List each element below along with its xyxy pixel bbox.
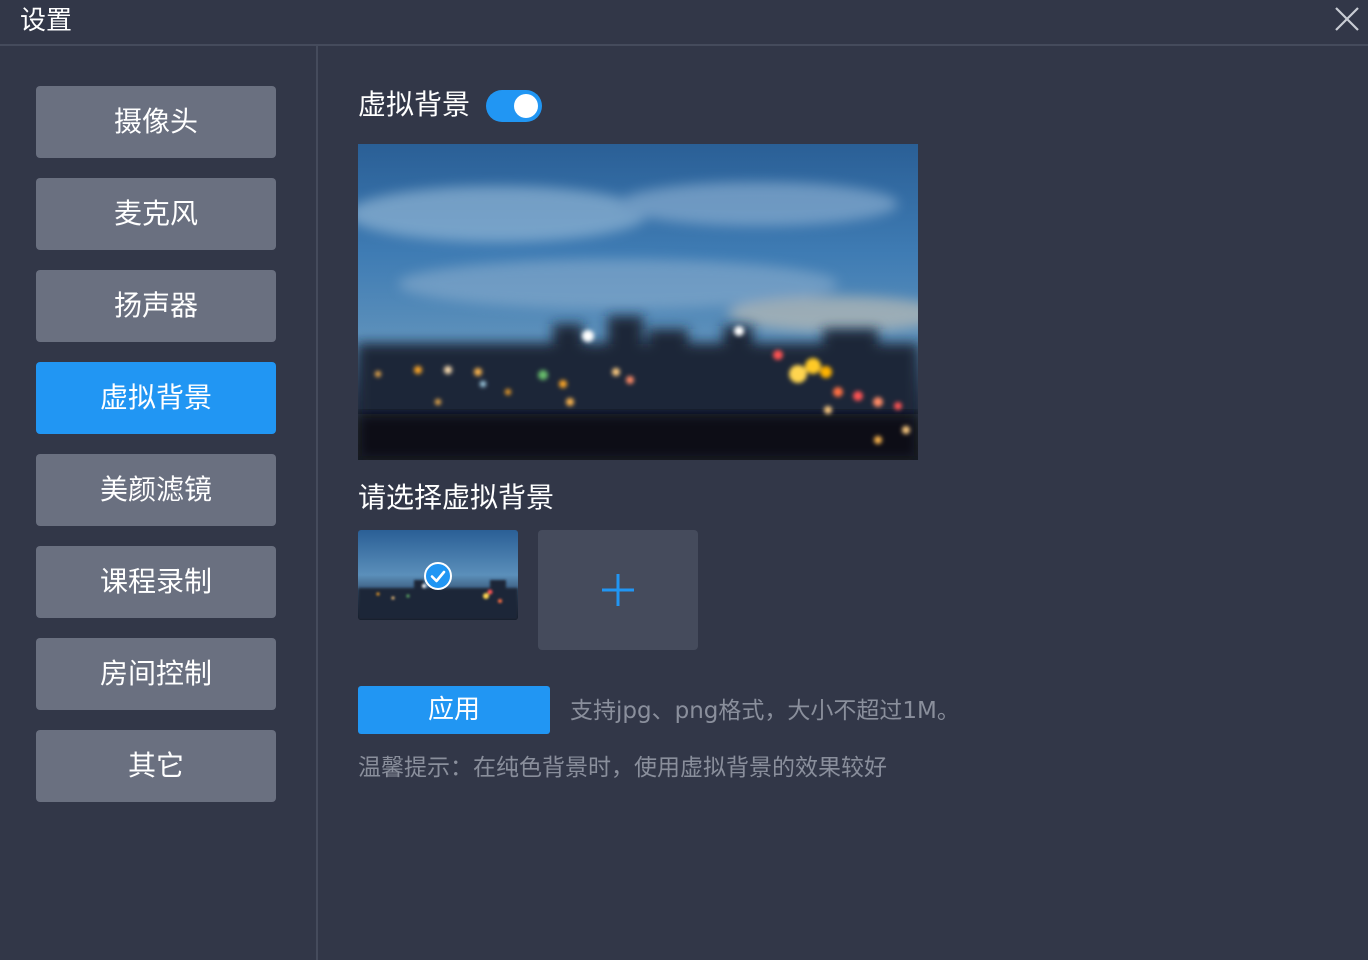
window-title: 设置	[20, 6, 73, 36]
tip-text: 温馨提示：在纯色背景时，使用虚拟背景的效果较好	[358, 755, 887, 781]
title-bar: 设置	[0, 0, 1368, 46]
background-preview-image	[358, 144, 918, 460]
sidebar-item-course-recording[interactable]: 课程录制	[36, 546, 276, 618]
format-hint: 支持jpg、png格式，大小不超过1M。	[570, 698, 960, 724]
select-background-label: 请选择虚拟背景	[358, 481, 555, 514]
close-button[interactable]	[1332, 4, 1362, 34]
sidebar-item-room-control[interactable]: 房间控制	[36, 638, 276, 710]
virtual-background-label: 虚拟背景	[358, 88, 471, 121]
check-circle-icon	[424, 562, 452, 590]
apply-button[interactable]: 应用	[358, 686, 550, 734]
add-background-button[interactable]	[538, 530, 698, 650]
sidebar-item-other[interactable]: 其它	[36, 730, 276, 802]
sidebar-item-beauty-filter[interactable]: 美颜滤镜	[36, 454, 276, 526]
virtual-background-panel: 虚拟背景 请选择虚拟背景 应用 支持jpg、png格式，大小不超过1M。 温馨提…	[318, 46, 1368, 960]
sidebar-item-virtual-background[interactable]: 虚拟背景	[36, 362, 276, 434]
sidebar-item-microphone[interactable]: 麦克风	[36, 178, 276, 250]
sidebar-item-speaker[interactable]: 扬声器	[36, 270, 276, 342]
toggle-knob	[514, 94, 538, 118]
settings-sidebar: 摄像头 麦克风 扬声器 虚拟背景 美颜滤镜 课程录制 房间控制 其它	[0, 46, 318, 960]
close-icon	[1335, 7, 1359, 31]
sidebar-item-camera[interactable]: 摄像头	[36, 86, 276, 158]
background-thumbnail-selected[interactable]	[358, 530, 518, 620]
virtual-background-toggle[interactable]	[486, 90, 542, 122]
plus-icon	[602, 574, 634, 606]
